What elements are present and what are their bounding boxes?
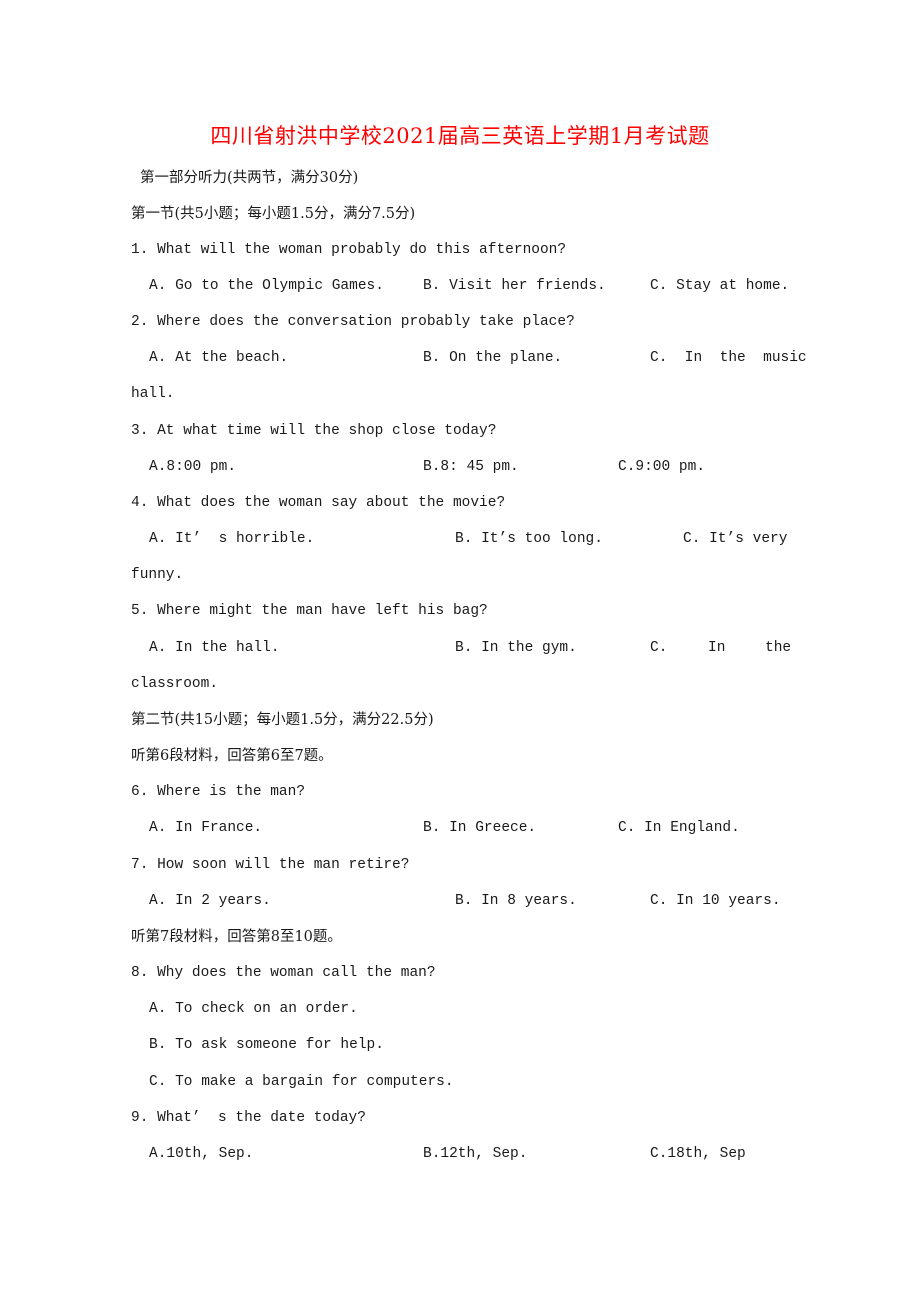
- question-3-options: A.8:00 pm. B.8: 45 pm. C.9:00 pm.: [0, 455, 920, 479]
- option-a: A. In France.: [149, 820, 263, 836]
- document-page: 四川省射洪中学校2021届高三英语上学期1月考试题 第一部分听力(共两节，满分3…: [0, 0, 920, 1302]
- question-4-option-wrap: funny.: [131, 567, 184, 583]
- option-b: B.12th, Sep.: [423, 1146, 528, 1162]
- option-b: B. It’s too long.: [455, 531, 603, 547]
- question-4-stem: 4. What does the woman say about the mov…: [131, 495, 506, 511]
- option-b: B. Visit her friends.: [423, 278, 606, 294]
- question-1-options: A. Go to the Olympic Games. B. Visit her…: [0, 274, 920, 298]
- question-7-stem: 7. How soon will the man retire?: [131, 857, 410, 873]
- question-6-options: A. In France. B. In Greece. C. In Englan…: [0, 816, 920, 840]
- question-8-option-b: B. To ask someone for help.: [149, 1037, 384, 1053]
- question-9-options: A.10th, Sep. B.12th, Sep. C.18th, Sep: [0, 1142, 920, 1166]
- option-a: A. At the beach.: [149, 350, 289, 366]
- option-a: A. Go to the Olympic Games.: [149, 278, 384, 294]
- option-c: C.: [650, 640, 668, 656]
- question-5-option-wrap: classroom.: [131, 676, 219, 692]
- instruction-passage-7: 听第7段材料，回答第8至10题。: [131, 929, 342, 945]
- option-a: A. In 2 years.: [149, 893, 271, 909]
- question-5-options: A. In the hall. B. In the gym. C. In the: [0, 636, 920, 660]
- section1-heading: 第一节(共5小题；每小题1.5分，满分7.5分): [131, 206, 416, 222]
- question-2-option-wrap: hall.: [131, 386, 175, 402]
- option-a: A.10th, Sep.: [149, 1146, 254, 1162]
- option-b: B. In the gym.: [455, 640, 577, 656]
- question-8-option-c: C. To make a bargain for computers.: [149, 1074, 454, 1090]
- option-c-word-1: In: [708, 640, 726, 656]
- option-a: A.8:00 pm.: [149, 459, 237, 475]
- option-a: A. In the hall.: [149, 640, 280, 656]
- option-c: C. In England.: [618, 820, 740, 836]
- question-2-stem: 2. Where does the conversation probably …: [131, 314, 575, 330]
- option-c: C. Stay at home.: [650, 278, 790, 294]
- question-8-stem: 8. Why does the woman call the man?: [131, 965, 436, 981]
- part-heading: 第一部分听力(共两节，满分30分): [140, 170, 359, 186]
- question-8-option-a: A. To check on an order.: [149, 1001, 358, 1017]
- option-b: B. In Greece.: [423, 820, 537, 836]
- option-c: C. In the music: [650, 350, 807, 366]
- instruction-passage-6: 听第6段材料，回答第6至7题。: [131, 748, 333, 764]
- exam-title: 四川省射洪中学校2021届高三英语上学期1月考试题: [210, 124, 710, 148]
- question-9-stem: 9. What’ s the date today?: [131, 1110, 366, 1126]
- option-c-word-2: the: [765, 640, 792, 656]
- question-4-options: A. It’ s horrible. B. It’s too long. C. …: [0, 527, 920, 551]
- option-c: C.9:00 pm.: [618, 459, 706, 475]
- option-c: C.18th, Sep: [650, 1146, 746, 1162]
- question-2-options: A. At the beach. B. On the plane. C. In …: [0, 346, 920, 370]
- option-a: A. It’ s horrible.: [149, 531, 315, 547]
- option-b: B. In 8 years.: [455, 893, 577, 909]
- section2-heading: 第二节(共15小题；每小题1.5分，满分22.5分): [131, 712, 434, 728]
- question-1-stem: 1. What will the woman probably do this …: [131, 242, 567, 258]
- option-b: B. On the plane.: [423, 350, 563, 366]
- option-b: B.8: 45 pm.: [423, 459, 519, 475]
- question-3-stem: 3. At what time will the shop close toda…: [131, 423, 497, 439]
- question-7-options: A. In 2 years. B. In 8 years. C. In 10 y…: [0, 889, 920, 913]
- option-c: C. In 10 years.: [650, 893, 781, 909]
- question-6-stem: 6. Where is the man?: [131, 784, 306, 800]
- option-c: C. It’s very: [683, 531, 788, 547]
- question-5-stem: 5. Where might the man have left his bag…: [131, 603, 488, 619]
